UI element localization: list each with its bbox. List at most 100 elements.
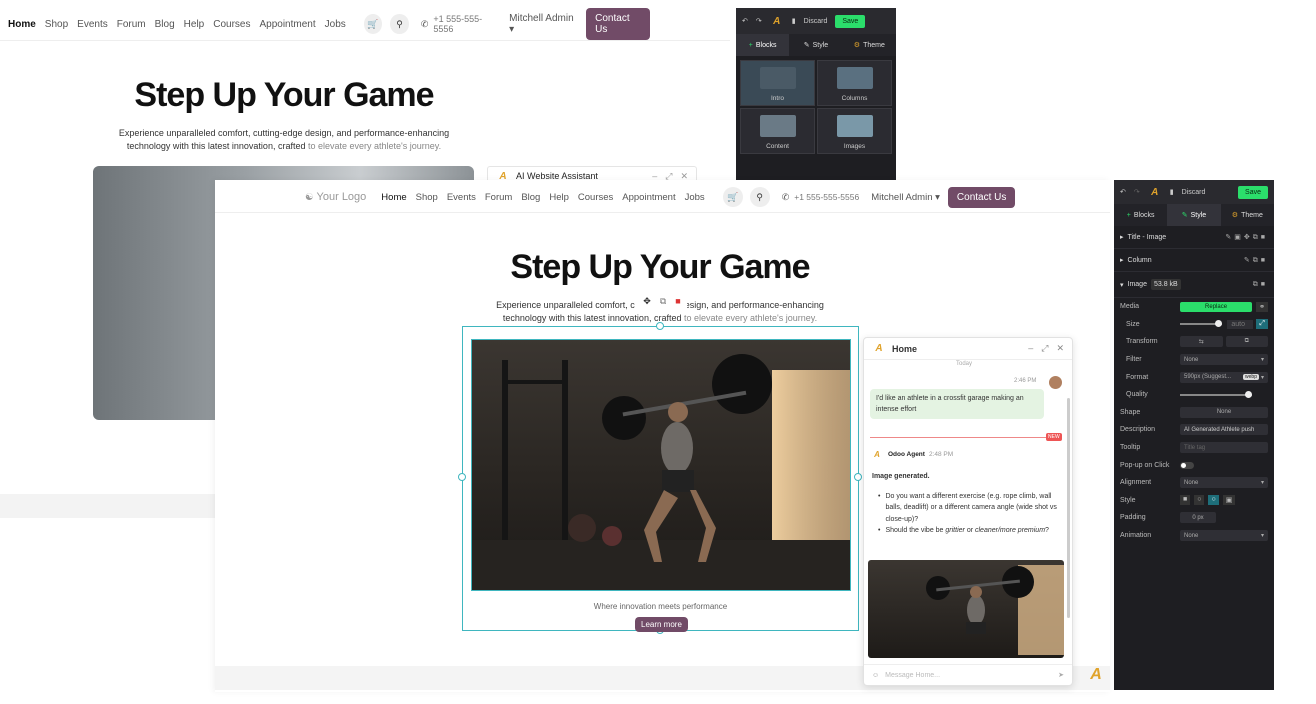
expand-icon[interactable]: ⤢ bbox=[1256, 319, 1268, 330]
shape-select[interactable]: None bbox=[1180, 406, 1268, 418]
close-icon[interactable]: ✕ bbox=[1056, 343, 1064, 354]
hero-title: Step Up Your Game bbox=[510, 248, 810, 286]
emoji-icon[interactable]: ☺ bbox=[872, 672, 879, 679]
mobile-preview-icon[interactable]: ▮ bbox=[1170, 188, 1174, 196]
description-input[interactable]: AI Generated Athlete push bbox=[1180, 424, 1268, 436]
nav-link-forum[interactable]: Forum bbox=[485, 192, 512, 203]
block-content[interactable]: Content bbox=[740, 108, 815, 154]
padding-input[interactable]: 0 px bbox=[1180, 512, 1216, 524]
slider-thumb[interactable] bbox=[1215, 320, 1223, 328]
nav-link-events[interactable]: Events bbox=[77, 19, 108, 30]
discard-button[interactable]: Discard bbox=[1182, 189, 1206, 196]
chevron-down-icon: ▾ bbox=[1260, 357, 1264, 364]
phone-number[interactable]: +1 555-555-5556 bbox=[794, 192, 859, 202]
nav-link-shop[interactable]: Shop bbox=[416, 192, 438, 203]
redo-icon[interactable]: ↷ bbox=[1134, 188, 1140, 196]
tab-blocks[interactable]: + Blocks bbox=[736, 34, 790, 56]
delete-icon[interactable]: ■ bbox=[675, 296, 680, 306]
nav-link-appointment[interactable]: Appointment bbox=[259, 19, 315, 30]
caret-right-icon: ▸ bbox=[1120, 234, 1124, 241]
nav-link-appointment[interactable]: Appointment bbox=[622, 192, 675, 203]
animation-select[interactable]: None ▾ bbox=[1180, 530, 1268, 542]
chat-message-input[interactable]: Message Home... bbox=[885, 672, 1052, 679]
user-menu[interactable]: Mitchell Admin ▾ bbox=[871, 192, 940, 203]
ai-logo-icon[interactable]: A bbox=[770, 15, 784, 27]
undo-icon[interactable]: ↶ bbox=[742, 17, 748, 25]
style-thumbnail-icon[interactable]: ▣ bbox=[1222, 495, 1236, 506]
cart-icon[interactable]: 🛒 bbox=[722, 187, 743, 207]
discard-button[interactable]: Discard bbox=[804, 18, 828, 25]
tooltip-input[interactable]: Title tag bbox=[1180, 442, 1268, 454]
save-button[interactable]: Save bbox=[835, 14, 866, 28]
expand-icon[interactable]: ⤢ bbox=[1041, 343, 1048, 354]
contact-us-button[interactable]: Contact Us bbox=[586, 8, 650, 40]
ai-logo-icon[interactable]: A bbox=[1148, 186, 1162, 198]
popup-toggle[interactable] bbox=[1180, 461, 1194, 469]
tab-style[interactable]: ✎ Style bbox=[1167, 204, 1221, 226]
ai-assistant-launcher-icon[interactable]: A bbox=[1086, 666, 1106, 684]
nav-link-shop[interactable]: Shop bbox=[45, 19, 68, 30]
tab-blocks[interactable]: + Blocks bbox=[1114, 204, 1167, 226]
site-logo[interactable]: Your Logo bbox=[317, 191, 367, 203]
move-icon[interactable]: ✥ bbox=[643, 296, 651, 307]
block-columns[interactable]: Columns bbox=[817, 60, 892, 106]
size-input[interactable]: auto bbox=[1227, 319, 1254, 329]
search-icon[interactable]: ⚲ bbox=[390, 14, 409, 34]
mobile-preview-icon[interactable]: ▮ bbox=[792, 17, 796, 25]
slider-thumb[interactable] bbox=[1245, 390, 1252, 398]
block-thumb bbox=[759, 115, 796, 137]
undo-icon[interactable]: ↶ bbox=[1120, 188, 1126, 196]
alignment-select[interactable]: None ▾ bbox=[1180, 477, 1268, 489]
nav-link-home[interactable]: Home bbox=[8, 19, 36, 30]
nav-link-blog[interactable]: Blog bbox=[155, 19, 175, 30]
nav-link-jobs[interactable]: Jobs bbox=[325, 19, 346, 30]
minimize-icon[interactable]: – bbox=[1028, 343, 1033, 354]
nav-link-courses[interactable]: Courses bbox=[213, 19, 250, 30]
section-column[interactable]: ▸ Column ✎⧉■ bbox=[1114, 249, 1274, 272]
transform-rotate-button[interactable]: ⇆ bbox=[1180, 336, 1223, 348]
nav-link-jobs[interactable]: Jobs bbox=[685, 192, 705, 203]
resize-handle-right[interactable] bbox=[854, 473, 862, 481]
format-select[interactable]: 590px (Suggest... webp ▾ bbox=[1180, 371, 1268, 383]
redo-icon[interactable]: ↷ bbox=[756, 17, 762, 25]
filter-select[interactable]: None ▾ bbox=[1180, 354, 1268, 366]
cart-icon[interactable]: 🛒 bbox=[363, 14, 383, 34]
nav-link-home[interactable]: Home bbox=[381, 192, 406, 203]
duplicate-icon[interactable]: ⧉ bbox=[660, 296, 666, 307]
nav-link-blog[interactable]: Blog bbox=[521, 192, 540, 203]
tab-style[interactable]: ✎ Style bbox=[789, 34, 842, 56]
transform-crop-button[interactable]: ⧉ bbox=[1225, 336, 1268, 348]
resize-handle-left[interactable] bbox=[458, 473, 466, 481]
nav-link-help[interactable]: Help bbox=[184, 19, 205, 30]
block-images[interactable]: Images bbox=[817, 108, 892, 154]
user-menu[interactable]: Mitchell Admin ▾ bbox=[509, 13, 576, 35]
generated-image-thumbnail[interactable] bbox=[868, 560, 1064, 658]
chat-scrollbar[interactable] bbox=[1067, 398, 1070, 618]
style-square-icon[interactable]: ■ bbox=[1180, 495, 1191, 506]
search-icon[interactable]: ⚲ bbox=[749, 187, 770, 207]
replace-button[interactable]: Replace bbox=[1180, 301, 1253, 312]
tab-theme[interactable]: ⚙ Theme bbox=[1221, 204, 1274, 226]
section-image[interactable]: ▾ Image 53.8 kB ⧉■ bbox=[1114, 272, 1274, 298]
quality-slider[interactable] bbox=[1180, 390, 1252, 398]
back-editor-tabs: + Blocks ✎ Style ⚙ Theme bbox=[736, 34, 896, 56]
athlete-image[interactable] bbox=[471, 339, 851, 591]
nav-link-forum[interactable]: Forum bbox=[117, 19, 146, 30]
resize-handle-top[interactable] bbox=[656, 322, 664, 330]
save-button[interactable]: Save bbox=[1238, 185, 1268, 199]
block-intro[interactable]: Intro bbox=[740, 60, 815, 106]
nav-link-help[interactable]: Help bbox=[549, 192, 569, 203]
size-slider[interactable] bbox=[1180, 320, 1223, 328]
tab-theme[interactable]: ⚙ Theme bbox=[843, 34, 896, 56]
learn-more-button[interactable]: Learn more bbox=[635, 617, 688, 632]
phone-number[interactable]: +1 555-555-5556 bbox=[433, 14, 497, 34]
contact-us-button[interactable]: Contact Us bbox=[947, 186, 1016, 208]
link-icon[interactable]: ⚭ bbox=[1256, 301, 1268, 312]
section-title-image[interactable]: ▸ Title - Image ✎▣✥⧉■ bbox=[1114, 226, 1274, 249]
nav-link-courses[interactable]: Courses bbox=[578, 192, 613, 203]
send-icon[interactable]: ➤ bbox=[1058, 671, 1064, 679]
option-label: Transform bbox=[1126, 338, 1158, 346]
style-rounded-icon[interactable]: ○ bbox=[1194, 495, 1205, 506]
nav-link-events[interactable]: Events bbox=[447, 192, 476, 203]
style-circle-icon[interactable]: ○ bbox=[1208, 495, 1219, 506]
